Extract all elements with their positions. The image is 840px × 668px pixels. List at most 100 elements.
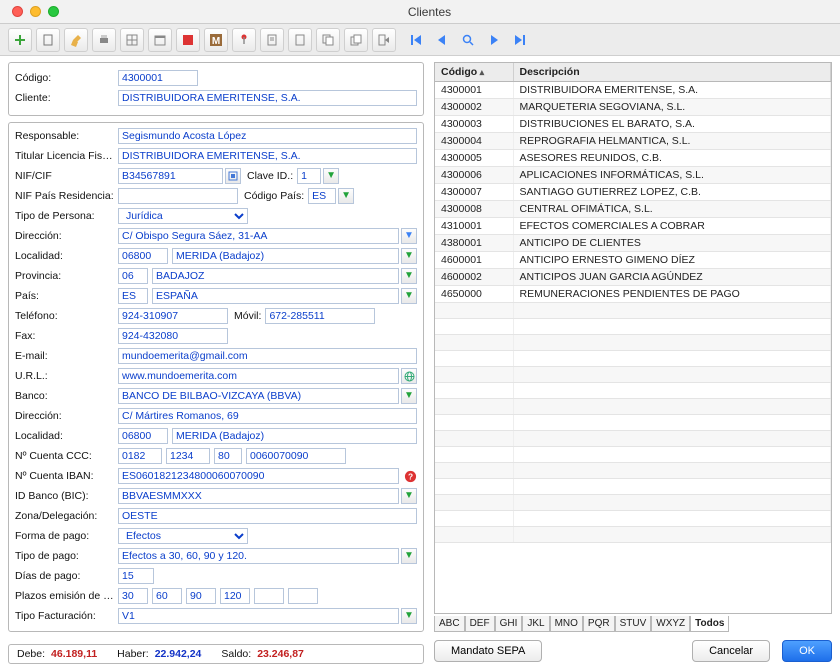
plazos-2-input[interactable] xyxy=(186,588,216,604)
nav-next-icon[interactable] xyxy=(484,30,504,50)
movil-input[interactable] xyxy=(265,308,375,324)
export-icon[interactable] xyxy=(372,28,396,52)
nifcif-input[interactable] xyxy=(118,168,223,184)
bic-input[interactable] xyxy=(118,488,399,504)
pais-dd-icon[interactable]: ▼ xyxy=(401,288,417,304)
grid-icon[interactable] xyxy=(120,28,144,52)
plazos-3-input[interactable] xyxy=(220,588,250,604)
close-icon[interactable] xyxy=(12,6,23,17)
telefono-input[interactable] xyxy=(118,308,228,324)
banco-input[interactable] xyxy=(118,388,399,404)
table-row[interactable] xyxy=(435,335,831,351)
tipofact-dd-icon[interactable]: ▼ xyxy=(401,608,417,624)
nav-first-icon[interactable] xyxy=(406,30,426,50)
formapago-select[interactable]: Efectos xyxy=(118,528,248,544)
col-codigo[interactable]: Código xyxy=(435,63,513,82)
claveid-dd-icon[interactable]: ▼ xyxy=(323,168,339,184)
url-input[interactable] xyxy=(118,368,399,384)
doc-icon[interactable] xyxy=(288,28,312,52)
bic-dd-icon[interactable]: ▼ xyxy=(401,488,417,504)
alpha-tab[interactable]: JKL xyxy=(522,616,549,632)
col-descripcion[interactable]: Descripción xyxy=(513,63,831,82)
table-row[interactable]: 4300006APLICACIONES INFORMÁTICAS, S.L. xyxy=(435,167,831,184)
ok-button[interactable]: OK xyxy=(782,640,832,662)
table-row[interactable] xyxy=(435,479,831,495)
minimize-icon[interactable] xyxy=(30,6,41,17)
provcode-input[interactable] xyxy=(118,268,148,284)
paiscode-input[interactable] xyxy=(118,288,148,304)
direccion2-input[interactable] xyxy=(118,408,417,424)
codigopais-input[interactable] xyxy=(308,188,336,204)
direccion-input[interactable] xyxy=(118,228,399,244)
table-row[interactable] xyxy=(435,431,831,447)
ccc-b-input[interactable] xyxy=(166,448,210,464)
nif-lookup-icon[interactable] xyxy=(225,168,241,184)
mandato-button[interactable]: Mandato SEPA xyxy=(434,640,542,662)
plazos-1-input[interactable] xyxy=(152,588,182,604)
tipopago-input[interactable] xyxy=(118,548,399,564)
alpha-tab[interactable]: DEF xyxy=(465,616,495,632)
iban-input[interactable] xyxy=(118,468,399,484)
alpha-tab[interactable]: WXYZ xyxy=(651,616,690,632)
ccc-a-input[interactable] xyxy=(118,448,162,464)
table-row[interactable] xyxy=(435,367,831,383)
alpha-tab[interactable]: Todos xyxy=(690,616,729,632)
table-row[interactable]: 4380001ANTICIPO DE CLIENTES xyxy=(435,235,831,252)
table-row[interactable]: 4300003DISTRIBUCIONES EL BARATO, S.A. xyxy=(435,116,831,133)
new-doc-icon[interactable] xyxy=(36,28,60,52)
tipopago-dd-icon[interactable]: ▼ xyxy=(401,548,417,564)
cliente-input[interactable] xyxy=(118,90,417,106)
alpha-tab[interactable]: ABC xyxy=(434,616,465,632)
table-row[interactable] xyxy=(435,351,831,367)
table-row[interactable]: 4300001DISTRIBUIDORA EMERITENSE, S.A. xyxy=(435,82,831,99)
plazos-5-input[interactable] xyxy=(288,588,318,604)
tipofact-input[interactable] xyxy=(118,608,399,624)
globe-icon[interactable] xyxy=(401,368,417,384)
table-row[interactable]: 4600001ANTICIPO ERNESTO GIMENO DÍEZ xyxy=(435,252,831,269)
provincia-dd-icon[interactable]: ▼ xyxy=(401,268,417,284)
banco-dd-icon[interactable]: ▼ xyxy=(401,388,417,404)
nav-prev-icon[interactable] xyxy=(432,30,452,50)
copy-icon[interactable] xyxy=(316,28,340,52)
cancel-button[interactable]: Cancelar xyxy=(692,640,770,662)
nav-last-icon[interactable] xyxy=(510,30,530,50)
add-icon[interactable] xyxy=(8,28,32,52)
fax-input[interactable] xyxy=(118,328,228,344)
print-icon[interactable] xyxy=(92,28,116,52)
search-icon[interactable] xyxy=(458,30,478,50)
note-icon[interactable] xyxy=(260,28,284,52)
table-row[interactable]: 4310001EFECTOS COMERCIALES A COBRAR xyxy=(435,218,831,235)
claveid-input[interactable] xyxy=(297,168,321,184)
alpha-tab[interactable]: MNO xyxy=(550,616,583,632)
tipopersona-select[interactable]: Jurídica xyxy=(118,208,248,224)
table-row[interactable]: 4300007SANTIAGO GUTIERREZ LOPEZ, C.B. xyxy=(435,184,831,201)
table-row[interactable] xyxy=(435,527,831,543)
table-row[interactable]: 4300008CENTRAL OFIMÁTICA, S.L. xyxy=(435,201,831,218)
ccc-d-input[interactable] xyxy=(246,448,346,464)
codigopais-dd-icon[interactable]: ▼ xyxy=(338,188,354,204)
provincia-input[interactable] xyxy=(152,268,399,284)
localidad-dd-icon[interactable]: ▼ xyxy=(401,248,417,264)
m-icon[interactable]: M xyxy=(204,28,228,52)
zoom-icon[interactable] xyxy=(48,6,59,17)
alpha-tab[interactable]: STUV xyxy=(615,616,652,632)
email-input[interactable] xyxy=(118,348,417,364)
responsable-input[interactable] xyxy=(118,128,417,144)
table-row[interactable] xyxy=(435,511,831,527)
titular-input[interactable] xyxy=(118,148,417,164)
table-row[interactable] xyxy=(435,399,831,415)
calendar-icon[interactable] xyxy=(148,28,172,52)
direccion-dd-icon[interactable]: ▼ xyxy=(401,228,417,244)
codigo-input[interactable] xyxy=(118,70,198,86)
alpha-tab[interactable]: GHI xyxy=(495,616,523,632)
table-row[interactable] xyxy=(435,319,831,335)
duplicate-icon[interactable] xyxy=(344,28,368,52)
table-row[interactable] xyxy=(435,463,831,479)
table-row[interactable]: 4600002ANTICIPOS JUAN GARCIA AGÚNDEZ xyxy=(435,269,831,286)
edit-icon[interactable] xyxy=(64,28,88,52)
plazos-0-input[interactable] xyxy=(118,588,148,604)
nifpais-input[interactable] xyxy=(118,188,238,204)
table-row[interactable] xyxy=(435,415,831,431)
table-row[interactable] xyxy=(435,495,831,511)
plazos-4-input[interactable] xyxy=(254,588,284,604)
